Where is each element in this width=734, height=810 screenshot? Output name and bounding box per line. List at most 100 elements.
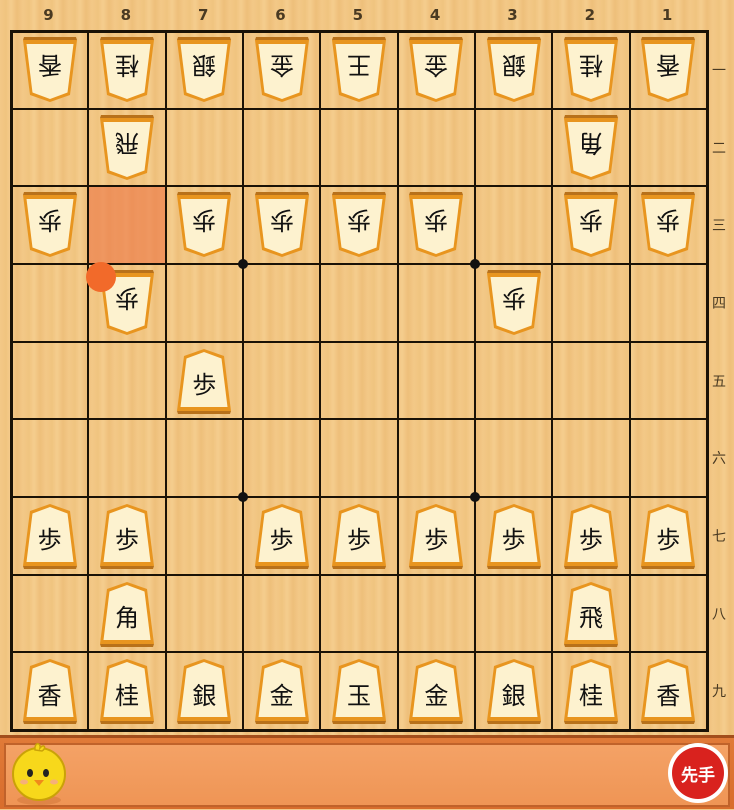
file-label: 3 [507, 6, 518, 24]
piece-label: 銀 [501, 681, 526, 710]
piece-label: 銀 [192, 51, 217, 80]
shogi-piece[interactable]: 歩 [406, 502, 466, 570]
piece-label: 歩 [346, 526, 371, 555]
shogi-piece[interactable]: 銀 [174, 657, 234, 725]
shogi-piece[interactable]: 歩 [561, 502, 621, 570]
file-label: 8 [120, 6, 132, 24]
shogi-piece[interactable]: 角 [561, 114, 621, 182]
piece-label: 桂 [578, 681, 603, 710]
shogi-piece[interactable]: 飛 [561, 580, 621, 648]
shogi-piece[interactable]: 桂 [97, 36, 157, 104]
shogi-piece[interactable]: 銀 [484, 657, 544, 725]
shogi-piece[interactable]: 香 [20, 657, 80, 725]
grid-line-horizontal [10, 340, 709, 343]
shogi-piece[interactable]: 歩 [638, 502, 698, 570]
star-point [237, 492, 248, 503]
grid-line-vertical [241, 30, 244, 729]
piece-label: 角 [114, 604, 139, 633]
shogi-piece[interactable]: 歩 [20, 191, 80, 259]
file-label: 5 [352, 6, 364, 24]
shogi-piece[interactable]: 王 [329, 36, 389, 104]
last-move-highlight [89, 187, 165, 263]
grid-line-horizontal [10, 263, 709, 265]
grid-line-vertical [396, 30, 399, 729]
shogi-piece[interactable]: 歩 [484, 269, 544, 337]
piece-label: 歩 [424, 526, 449, 555]
file-label: 1 [661, 6, 673, 24]
grid-line-vertical [473, 30, 476, 729]
piece-label: 金 [424, 51, 449, 80]
shogi-piece[interactable]: 歩 [252, 191, 312, 259]
hand-area[interactable] [4, 743, 730, 807]
shogi-piece[interactable]: 銀 [174, 36, 234, 104]
piece-label: 桂 [578, 51, 603, 80]
piece-label: 歩 [37, 526, 62, 555]
shogi-board[interactable]: 香 桂 銀 金 王 金 銀 桂 香 飛 角 歩 歩 歩 歩 歩 歩 歩 歩 歩 … [10, 30, 709, 733]
shogi-piece[interactable]: 香 [20, 36, 80, 104]
piece-label: 香 [656, 51, 681, 80]
rank-label: 六 [712, 451, 726, 468]
grid-line-horizontal [10, 30, 709, 33]
piece-label: 銀 [501, 51, 526, 80]
shogi-piece[interactable]: 金 [252, 657, 312, 725]
piece-label: 角 [578, 129, 603, 157]
shogi-piece[interactable]: 角 [97, 580, 157, 648]
shogi-piece[interactable]: 歩 [174, 191, 234, 259]
piece-label: 飛 [578, 604, 603, 633]
rank-label: 一 [712, 62, 726, 79]
shogi-piece[interactable]: 銀 [484, 36, 544, 104]
file-label: 4 [429, 6, 441, 24]
shogi-piece[interactable]: 歩 [20, 502, 80, 570]
piece-label: 玉 [346, 681, 371, 710]
grid-line-horizontal [10, 418, 709, 421]
shogi-piece[interactable]: 香 [638, 36, 698, 104]
piece-label: 銀 [192, 681, 217, 710]
file-label: 2 [584, 6, 596, 24]
rank-label: 五 [712, 373, 726, 390]
piece-label: 歩 [37, 206, 62, 235]
grid-line-vertical [10, 30, 13, 729]
shogi-piece[interactable]: 歩 [174, 347, 234, 415]
grid-line-horizontal [10, 729, 709, 733]
piece-label: 歩 [192, 206, 217, 235]
shogi-piece[interactable]: 歩 [484, 502, 544, 570]
grid-line-horizontal [10, 496, 709, 499]
shogi-piece[interactable]: 香 [638, 657, 698, 725]
shogi-piece[interactable]: 金 [406, 657, 466, 725]
grid-line-vertical [705, 30, 709, 729]
captured-pieces-tray[interactable] [0, 735, 734, 809]
piece-label: 香 [656, 681, 681, 710]
piece-label: 金 [269, 681, 294, 710]
rank-label: 四 [712, 295, 726, 312]
piece-label: 桂 [114, 51, 139, 80]
grid-line-horizontal [10, 651, 709, 654]
piece-label: 歩 [656, 206, 681, 235]
piece-label: 王 [346, 51, 371, 80]
piece-label: 歩 [501, 526, 526, 555]
grid-line-horizontal [10, 185, 709, 188]
grid-line-horizontal [10, 573, 709, 576]
shogi-piece[interactable]: 歩 [97, 502, 157, 570]
rank-label: 二 [712, 140, 726, 157]
shogi-piece[interactable]: 飛 [97, 114, 157, 182]
shogi-piece[interactable]: 金 [252, 36, 312, 104]
shogi-piece[interactable]: 桂 [97, 657, 157, 725]
star-point [469, 492, 480, 503]
shogi-piece[interactable]: 歩 [638, 191, 698, 259]
shogi-piece[interactable]: 歩 [561, 191, 621, 259]
shogi-piece[interactable]: 歩 [329, 502, 389, 570]
file-label: 6 [275, 6, 286, 24]
shogi-piece[interactable]: 金 [406, 36, 466, 104]
shogi-piece[interactable]: 歩 [406, 191, 466, 259]
piece-label: 金 [424, 681, 449, 710]
grid-line-vertical [164, 30, 167, 729]
piece-label: 飛 [114, 129, 139, 157]
shogi-piece[interactable]: 歩 [329, 191, 389, 259]
piece-label: 香 [37, 51, 62, 80]
shogi-piece[interactable]: 桂 [561, 657, 621, 725]
piece-label: 歩 [192, 371, 217, 399]
shogi-piece[interactable]: 歩 [252, 502, 312, 570]
file-label: 9 [43, 6, 54, 24]
shogi-piece[interactable]: 玉 [329, 657, 389, 725]
shogi-piece[interactable]: 桂 [561, 36, 621, 104]
